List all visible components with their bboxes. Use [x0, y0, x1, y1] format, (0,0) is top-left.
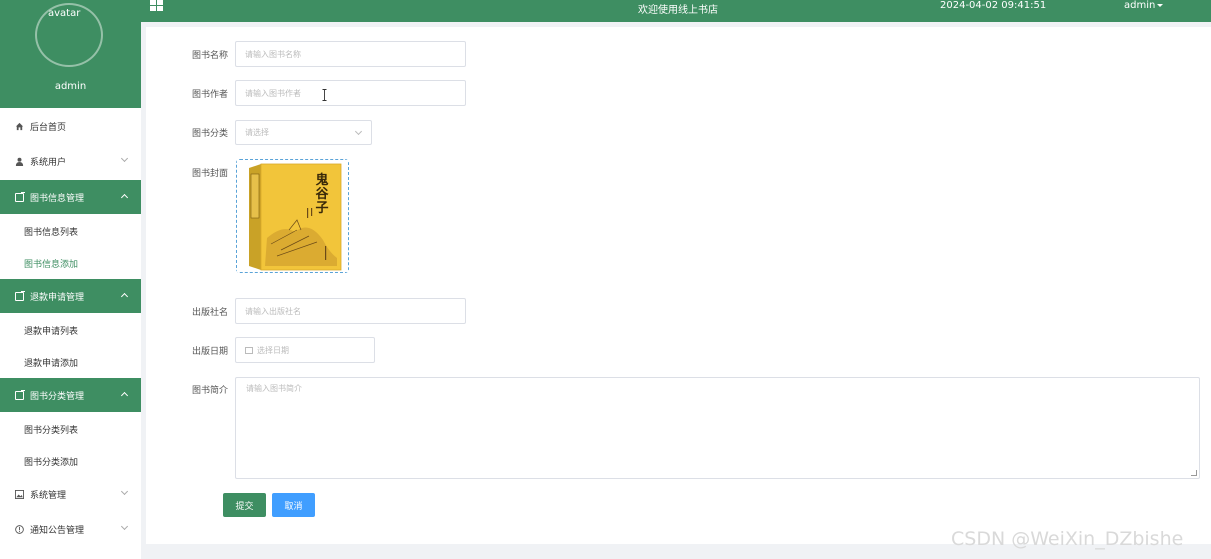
watermark: CSDN @WeiXin_DZbishe	[951, 528, 1184, 550]
sidebar-item-refund[interactable]: 退款申请管理	[0, 279, 141, 313]
publish-date-placeholder: 选择日期	[257, 345, 289, 355]
sidebar-item-category-list[interactable]: 图书分类列表	[0, 413, 141, 445]
sidebar-item-refund-add[interactable]: 退款申请添加	[0, 346, 141, 378]
user-icon	[12, 157, 26, 166]
sidebar-item-book-info[interactable]: 图书信息管理	[0, 180, 141, 214]
sidebar-item-label: 退款申请添加	[24, 358, 79, 369]
user-dropdown[interactable]: admin	[1124, 0, 1164, 11]
sidebar-item-system-users[interactable]: 系统用户	[0, 144, 141, 178]
current-datetime: 2024-04-02 09:41:51	[940, 0, 1047, 11]
publish-date-picker[interactable]: 选择日期	[235, 337, 375, 363]
sidebar-item-notices[interactable]: 通知公告管理	[0, 512, 141, 546]
chevron-up-icon	[120, 391, 129, 400]
chevron-up-icon	[120, 193, 129, 202]
top-bar: 欢迎使用线上书店 2024-04-02 09:41:51 admin	[0, 0, 1211, 22]
sidebar-username: admin	[54, 81, 87, 92]
sidebar-item-book-add[interactable]: 图书信息添加	[0, 247, 141, 279]
welcome-title: 欢迎使用线上书店	[638, 5, 718, 16]
book-author-placeholder: 请输入图书作者	[245, 88, 301, 98]
book-author-input[interactable]: 请输入图书作者	[235, 80, 466, 106]
publisher-label: 出版社名	[192, 308, 229, 318]
sidebar-item-label: 后台首页	[30, 122, 67, 133]
book-cover-title: 鬼谷子	[315, 173, 329, 216]
avatar-alt-text: avatar	[48, 8, 81, 19]
book-category-placeholder: 请选择	[245, 128, 269, 137]
sidebar-item-category-add[interactable]: 图书分类添加	[0, 445, 141, 477]
sidebar-item-label: 图书信息列表	[24, 227, 79, 238]
book-intro-placeholder: 请输入图书简介	[246, 384, 302, 393]
edit-icon	[12, 389, 26, 400]
sidebar-item-label: 图书分类添加	[24, 457, 79, 468]
sidebar-item-system-manage[interactable]: 系统管理	[0, 477, 141, 511]
publisher-placeholder: 请输入出版社名	[245, 306, 301, 316]
book-author-label: 图书作者	[192, 90, 229, 100]
sidebar-item-book-list[interactable]: 图书信息列表	[0, 215, 141, 247]
edit-icon	[12, 290, 26, 301]
sidebar: avatar admin 后台首页 系统用户 图书信息管理 图书信息列表 图书信…	[0, 0, 141, 559]
info-icon	[12, 524, 26, 534]
chevron-down-icon	[120, 154, 129, 163]
book-intro-label: 图书简介	[192, 386, 229, 396]
book-cover-label: 图书封面	[192, 169, 229, 179]
home-icon	[12, 122, 26, 131]
book-name-input[interactable]: 请输入图书名称	[235, 41, 466, 67]
picture-icon	[12, 489, 26, 499]
sidebar-item-label: 系统用户	[30, 157, 67, 168]
text-cursor-icon	[322, 89, 327, 101]
sidebar-profile: avatar admin	[0, 0, 141, 108]
sidebar-item-refund-list[interactable]: 退款申请列表	[0, 314, 141, 346]
publish-date-label: 出版日期	[192, 347, 229, 357]
book-intro-textarea[interactable]: 请输入图书简介	[235, 377, 1200, 479]
sidebar-item-label: 退款申请管理	[30, 292, 85, 303]
book-category-select[interactable]: 请选择	[235, 120, 372, 145]
sidebar-item-label: 系统管理	[30, 490, 67, 501]
resize-handle-icon[interactable]	[1191, 470, 1197, 476]
edit-icon	[12, 191, 26, 202]
book-cover-image	[237, 160, 348, 272]
chevron-up-icon	[120, 292, 129, 301]
calendar-icon	[245, 346, 253, 354]
book-category-label: 图书分类	[192, 129, 229, 139]
chevron-down-icon	[354, 127, 363, 136]
book-cover-upload[interactable]: 鬼谷子	[236, 159, 349, 273]
sidebar-item-label: 图书分类管理	[30, 391, 85, 402]
sidebar-item-label: 图书信息管理	[30, 193, 85, 204]
user-name: admin	[1124, 0, 1156, 11]
chevron-down-icon	[120, 522, 129, 531]
sidebar-item-label: 图书分类列表	[24, 425, 79, 436]
sidebar-item-label: 图书信息添加	[24, 259, 79, 270]
book-name-label: 图书名称	[192, 51, 229, 61]
submit-button[interactable]: 提交	[223, 493, 266, 517]
sidebar-item-home[interactable]: 后台首页	[0, 109, 141, 143]
publisher-input[interactable]: 请输入出版社名	[235, 298, 466, 324]
sidebar-item-label: 通知公告管理	[30, 525, 85, 536]
sidebar-item-label: 退款申请列表	[24, 326, 79, 337]
menu-grid-icon[interactable]	[150, 0, 163, 12]
sidebar-item-book-category[interactable]: 图书分类管理	[0, 378, 141, 412]
book-name-placeholder: 请输入图书名称	[245, 49, 301, 59]
caret-down-icon	[1157, 3, 1164, 7]
chevron-down-icon	[120, 487, 129, 496]
cancel-button[interactable]: 取消	[272, 493, 315, 517]
